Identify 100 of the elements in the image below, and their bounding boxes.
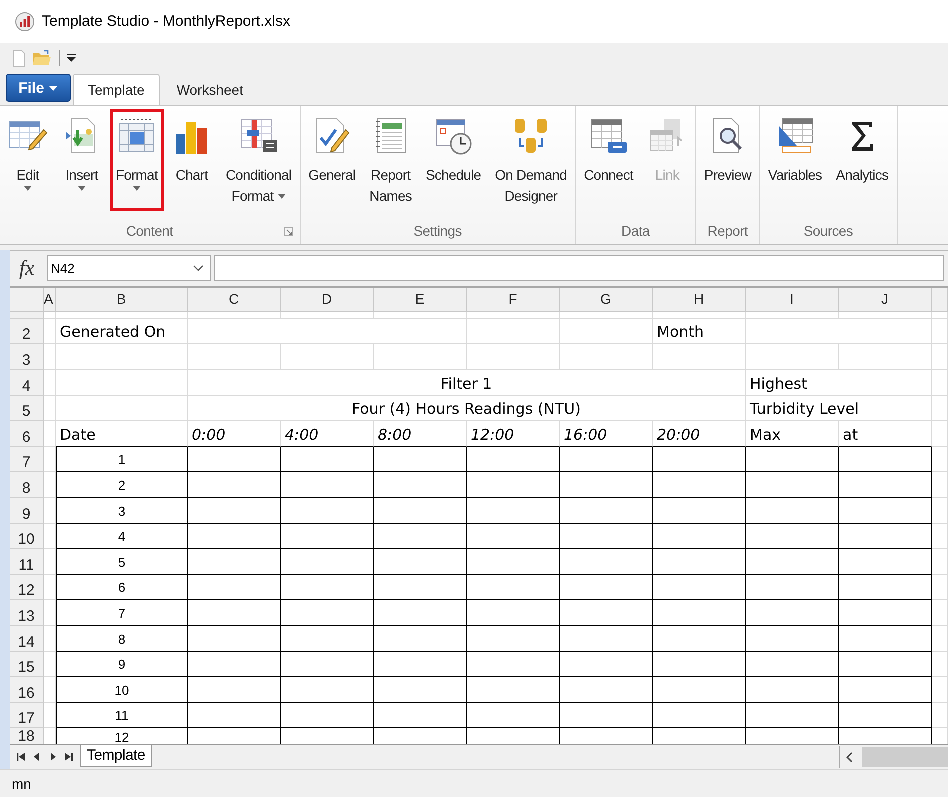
table-cell [44, 344, 56, 370]
ribbon-tab[interactable]: Worksheet [162, 74, 258, 105]
table-cell [44, 652, 56, 678]
row-header[interactable]: 10 [10, 524, 44, 550]
group-label: Sources [804, 222, 854, 238]
group-label: Settings [414, 222, 462, 238]
chevron-left-icon[interactable] [846, 752, 854, 763]
table-cell: 16:00 [560, 421, 653, 447]
ribbon-button[interactable]: Preview [698, 109, 758, 211]
table-cell: 4 [56, 524, 188, 550]
formula-input[interactable] [214, 255, 944, 282]
row-header[interactable]: 3 [10, 344, 44, 370]
table-cell [44, 472, 56, 498]
table-cell: Max [746, 421, 839, 447]
table-cell: Turbidity Level [746, 396, 932, 422]
table-cell: Highest [746, 370, 932, 396]
row-header[interactable]: 15 [10, 652, 44, 678]
column-header[interactable]: J [839, 288, 932, 312]
table-cell: 12:00 [467, 421, 560, 447]
column-header[interactable]: C [188, 288, 281, 312]
last-sheet-icon[interactable] [64, 752, 74, 762]
file-menu-button[interactable]: File [6, 74, 71, 102]
ribbon-button[interactable]: Chart [166, 109, 218, 211]
table-cell: 5 [56, 549, 188, 575]
ribbon-button[interactable]: Analytics [830, 109, 895, 211]
table-cell [932, 396, 948, 422]
row-header[interactable]: 4 [10, 370, 44, 396]
table-cell [932, 472, 948, 498]
table-cell: 0:00 [188, 421, 281, 447]
table-cell [44, 318, 56, 344]
ribbon-button[interactable]: Schedule [420, 109, 488, 211]
table-cell [44, 574, 56, 600]
row-header[interactable]: 14 [10, 626, 44, 652]
table-cell [932, 702, 948, 728]
table-cell [44, 626, 56, 652]
row-header[interactable]: 2 [10, 318, 44, 344]
app-logo-icon [15, 12, 35, 32]
ribbon-button[interactable]: Conditional Format [220, 109, 298, 211]
column-header[interactable]: A [44, 288, 56, 312]
table-cell [44, 600, 56, 626]
name-box[interactable]: N42 [47, 255, 211, 282]
caret-right-icon[interactable] [48, 752, 58, 762]
table-cell [44, 396, 56, 422]
table-cell: 8 [56, 626, 188, 652]
column-header[interactable]: H [653, 288, 746, 312]
table-cell: Month [653, 318, 746, 344]
row-header[interactable]: 13 [10, 600, 44, 626]
folder-icon[interactable] [32, 50, 52, 66]
table-cell: 10 [56, 677, 188, 703]
column-header[interactable]: E [374, 288, 467, 312]
table-cell [932, 677, 948, 703]
first-sheet-icon[interactable] [16, 752, 26, 762]
ribbon-button[interactable]: Report Names [364, 109, 418, 211]
table-cell: 4:00 [281, 421, 374, 447]
ribbon-button[interactable]: Format [110, 109, 164, 211]
column-header[interactable]: D [281, 288, 374, 312]
chevron-down-icon [193, 264, 204, 272]
ribbon-button[interactable]: Connect [578, 109, 640, 211]
table-cell [932, 574, 948, 600]
row-header[interactable]: 7 [10, 446, 44, 472]
ribbon-button[interactable]: On Demand Designer [489, 109, 574, 211]
row-header[interactable]: 9 [10, 498, 44, 524]
table-cell: 2 [56, 472, 188, 498]
customize-icon[interactable] [67, 54, 76, 62]
table-cell [44, 498, 56, 524]
table-cell: 3 [56, 498, 188, 524]
column-header[interactable]: I [746, 288, 839, 312]
select-all-corner[interactable] [10, 288, 44, 312]
row-header[interactable]: 5 [10, 396, 44, 422]
row-header[interactable]: 16 [10, 677, 44, 703]
table-cell [44, 524, 56, 550]
caret-down-icon [132, 186, 141, 191]
ribbon-button[interactable]: Edit [2, 109, 54, 211]
column-header[interactable]: B [56, 288, 188, 312]
column-header[interactable]: F [467, 288, 560, 312]
table-cell [44, 702, 56, 728]
table-cell [932, 626, 948, 652]
row-header[interactable]: 12 [10, 574, 44, 600]
table-cell: 1 [56, 446, 188, 472]
table-cell [44, 421, 56, 447]
row-header[interactable]: 8 [10, 472, 44, 498]
group-label: Content [126, 222, 174, 238]
caret-left-icon[interactable] [32, 752, 42, 762]
row-header[interactable]: 11 [10, 549, 44, 575]
row-header[interactable]: 18 [10, 728, 44, 744]
ribbon-button[interactable]: General [302, 109, 362, 211]
horizontal-scrollbar[interactable] [839, 746, 948, 768]
table-cell: 11 [56, 702, 188, 728]
sheet-tab[interactable]: Template [80, 745, 152, 768]
ribbon-button[interactable]: Variables [762, 109, 828, 211]
row-header[interactable]: 17 [10, 702, 44, 728]
table-cell: 20:00 [653, 421, 746, 447]
ribbon-tab[interactable]: Template [73, 74, 160, 105]
row-header[interactable]: 6 [10, 421, 44, 447]
function-label: fx [18, 256, 36, 281]
column-header[interactable]: G [560, 288, 653, 312]
table-cell [932, 652, 948, 678]
ribbon-button[interactable]: Insert [56, 109, 108, 211]
dialog-launcher-icon[interactable] [284, 227, 293, 236]
table-cell [44, 549, 56, 575]
